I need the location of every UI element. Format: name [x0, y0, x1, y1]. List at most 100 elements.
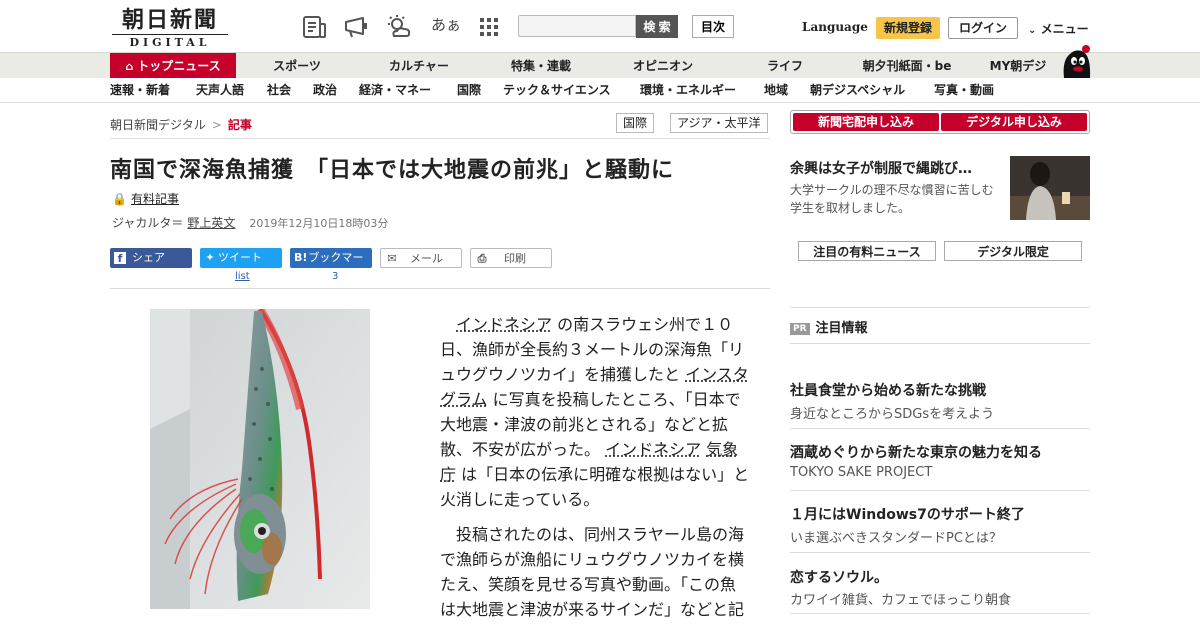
paid-article-label[interactable]: 🔒 有料記事 — [112, 190, 179, 207]
toc-button[interactable]: 目次 — [692, 15, 734, 38]
author-link[interactable]: 野上英文 — [187, 216, 235, 230]
nav-item-top-news[interactable]: ⌂ トップニュース — [110, 53, 236, 79]
mail-icon: ✉ — [384, 249, 400, 269]
pr-item-title[interactable]: 恋するソウル。 — [790, 567, 888, 587]
divider — [790, 428, 1090, 429]
breadcrumb-current: 記事 — [228, 118, 252, 132]
search-input[interactable] — [518, 15, 636, 37]
bookmark-count[interactable]: 3 — [332, 271, 338, 282]
subnav-item[interactable]: 写真・動画 — [934, 78, 994, 102]
divider — [790, 552, 1090, 553]
divider — [790, 613, 1090, 614]
pr-heading-text: 注目情報 — [816, 321, 868, 336]
tweet-label: ツイート — [218, 251, 262, 264]
subnav-item[interactable]: 速報・新着 — [110, 78, 170, 102]
byline: ジャカルタ＝ 野上英文 2019年12月10日18時03分 — [112, 214, 388, 231]
facebook-share-button[interactable]: f シェア — [110, 248, 192, 268]
menu-button[interactable]: ⌄ メニュー — [1028, 20, 1089, 37]
pr-item-subtitle[interactable]: いま選ぶべきスタンダードPCとは？ — [790, 527, 1002, 546]
pr-item-subtitle[interactable]: 身近なところからSDGsを考えよう — [790, 403, 994, 422]
breadcrumb-root[interactable]: 朝日新聞デジタル — [110, 118, 206, 132]
logo-subtitle: DIGITAL — [112, 34, 228, 49]
nav-item-my[interactable]: MY朝デジ — [978, 53, 1058, 79]
facebook-icon: f — [114, 252, 126, 264]
article-paragraph: インドネシア の南スラウェシ州で１０日、漁師が全長約３メートルの深海魚「リュウグ… — [440, 312, 750, 512]
digital-subscribe-button[interactable]: デジタル申し込み — [941, 113, 1087, 131]
main-nav: ⌂ トップニュース スポーツ カルチャー 特集・連載 オピニオン ライフ 朝夕刊紙… — [0, 52, 1200, 80]
tweet-count[interactable]: list — [235, 271, 250, 282]
print-label: 印刷 — [504, 252, 526, 265]
subnav-item[interactable]: 社会 — [267, 78, 291, 102]
subnav-item[interactable]: 環境・エネルギー — [640, 78, 736, 102]
paid-news-button[interactable]: 注目の有料ニュース — [798, 241, 936, 261]
tag-international[interactable]: 国際 — [616, 113, 654, 133]
pr-item-title[interactable]: １月にはWindows7のサポート終了 — [790, 504, 1025, 524]
subnav-item[interactable]: 政治 — [313, 78, 337, 102]
subnav-item[interactable]: 地域 — [764, 78, 788, 102]
nav-item-opinion[interactable]: オピニオン — [618, 53, 708, 79]
pr-item-title[interactable]: 酒蔵めぐりから新たな東京の魅力を知る — [790, 442, 1042, 462]
nav-item-paper[interactable]: 朝夕刊紙面・be — [852, 53, 962, 79]
pr-heading: PR 注目情報 — [790, 317, 868, 336]
article-title: 南国で深海魚捕獲 「日本では大地震の前兆」と騒動に — [110, 152, 674, 184]
divider — [790, 307, 1090, 308]
keyword-link[interactable]: インドネシア — [605, 440, 701, 459]
subnav-item[interactable]: テック＆サイエンス — [503, 78, 611, 102]
divider — [790, 490, 1090, 491]
sub-nav: 速報・新着 天声人語 社会 政治 経済・マネー 国際 テック＆サイエンス 環境・… — [0, 78, 1200, 103]
pr-item-subtitle[interactable]: TOKYO SAKE PROJECT — [790, 465, 932, 480]
chevron-down-icon: ⌄ — [1028, 25, 1036, 36]
pr-badge: PR — [790, 323, 810, 335]
subnav-item[interactable]: 朝デジスペシャル — [810, 78, 905, 102]
keyword-link[interactable]: インドネシア — [456, 315, 552, 334]
subnav-item[interactable]: 天声人語 — [196, 78, 244, 102]
login-button[interactable]: ログイン — [948, 17, 1018, 39]
breadcrumb-separator: > — [212, 118, 222, 132]
divider — [110, 138, 770, 139]
newspaper-icon[interactable] — [301, 14, 327, 40]
pr-item-subtitle[interactable]: カワイイ雑貨、カフェでほっこり朝食 — [790, 589, 1011, 608]
share-label: シェア — [132, 251, 165, 264]
paid-label-text: 有料記事 — [131, 192, 179, 206]
subscribe-box: 新聞宅配申し込み デジタル申し込み — [790, 110, 1090, 134]
subnav-item[interactable]: 経済・マネー — [359, 78, 431, 102]
language-link[interactable]: Language — [802, 20, 868, 34]
featured-article-thumbnail[interactable] — [1010, 156, 1090, 220]
paragraph-text: は「日本の伝承に明確な根拠はない」と火消しに走っている。 — [440, 465, 749, 509]
nav-label: トップニュース — [137, 59, 220, 73]
notice-icon[interactable] — [343, 14, 369, 40]
publish-date: 2019年12月10日18時03分 — [249, 217, 388, 230]
tweet-button[interactable]: ✦ ツイート — [200, 248, 282, 268]
print-button[interactable]: ⎙ 印刷 — [470, 248, 552, 268]
font-size-icon[interactable]: あぁ — [431, 14, 461, 35]
logo-title: 朝日新聞 — [112, 8, 228, 32]
byline-location: ジャカルタ＝ — [112, 216, 183, 230]
lock-icon: 🔒 — [112, 192, 127, 206]
site-logo[interactable]: 朝日新聞 DIGITAL — [112, 8, 228, 46]
register-button[interactable]: 新規登録 — [876, 17, 940, 39]
tag-asia-pacific[interactable]: アジア・太平洋 — [670, 113, 768, 133]
digital-only-button[interactable]: デジタル限定 — [944, 241, 1082, 261]
nav-item-features[interactable]: 特集・連載 — [496, 53, 586, 79]
mail-label: メール — [410, 252, 443, 265]
search-button[interactable]: 検 索 — [636, 15, 678, 38]
article-photo[interactable] — [150, 309, 370, 609]
nav-item-sports[interactable]: スポーツ — [252, 53, 342, 79]
twitter-icon: ✦ — [202, 248, 218, 268]
article-body: インドネシア の南スラウェシ州で１０日、漁師が全長約３メートルの深海魚「リュウグ… — [440, 312, 750, 632]
featured-article-title[interactable]: 余興は女子が制服で縄跳び… — [790, 158, 1000, 178]
grid-menu-icon[interactable] — [476, 14, 502, 40]
weather-icon[interactable] — [386, 14, 412, 40]
hatena-bookmark-button[interactable]: B!ブックマーク — [290, 248, 372, 268]
mail-button[interactable]: ✉ メール — [380, 248, 462, 268]
nav-item-life[interactable]: ライフ — [740, 53, 830, 79]
subnav-item[interactable]: 国際 — [457, 78, 481, 102]
breadcrumb: 朝日新聞デジタル > 記事 — [110, 116, 252, 133]
divider — [790, 343, 1090, 344]
printer-icon: ⎙ — [474, 249, 490, 269]
paper-subscribe-button[interactable]: 新聞宅配申し込み — [793, 113, 939, 131]
nav-item-culture[interactable]: カルチャー — [374, 53, 464, 79]
mascot-icon — [1060, 44, 1092, 78]
featured-article-desc: 大学サークルの理不尽な慣習に苦しむ学生を取材しました。 — [790, 181, 1002, 217]
pr-item-title[interactable]: 社員食堂から始める新たな挑戦 — [790, 380, 986, 400]
